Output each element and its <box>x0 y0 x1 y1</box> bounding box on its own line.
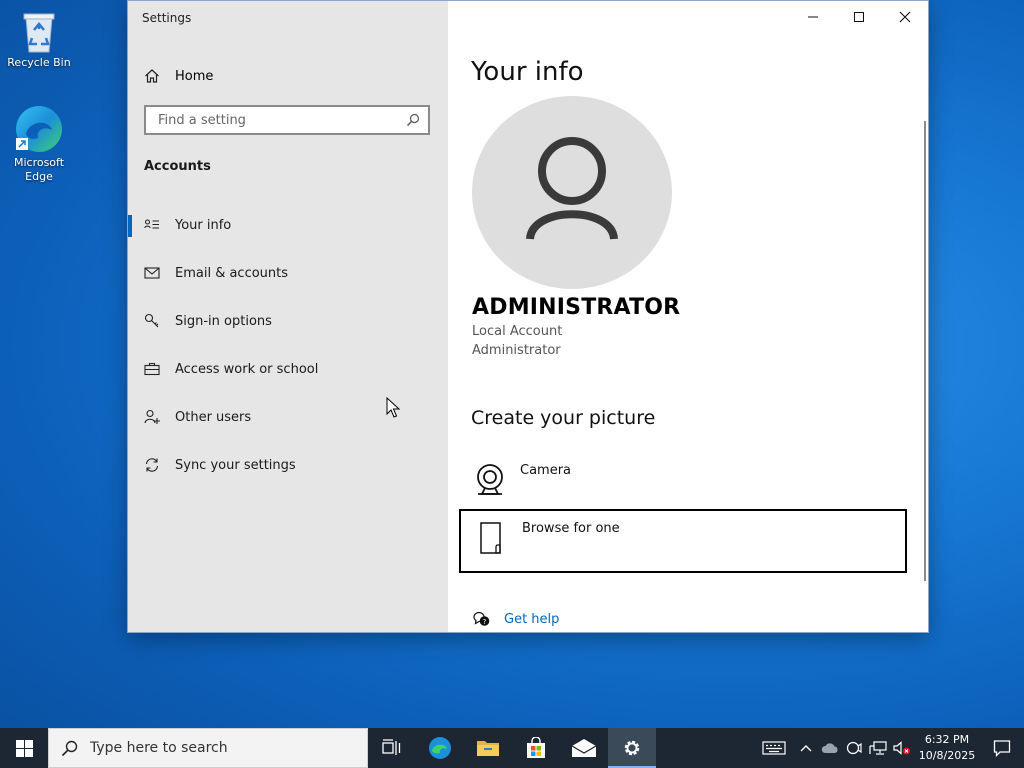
sidebar-item-email-accounts[interactable]: Email & accounts <box>128 249 448 297</box>
tray-show-hidden[interactable] <box>794 728 818 768</box>
home-nav-item[interactable]: Home <box>144 66 213 86</box>
sidebar-item-access-work-school[interactable]: Access work or school <box>128 345 448 393</box>
picture-section-title: Create your picture <box>471 407 656 429</box>
account-role: Administrator <box>472 343 561 358</box>
settings-window: Settings Home Accounts Your info <box>128 1 928 632</box>
settings-search-box[interactable] <box>144 105 430 135</box>
sync-icon <box>145 458 159 472</box>
help-icon: ? <box>473 611 490 626</box>
main-content: Your info ADMINISTRATOR Local Account Ad… <box>448 1 928 632</box>
browse-option-label: Browse for one <box>522 521 620 536</box>
taskbar-settings-button[interactable] <box>608 728 656 768</box>
taskbar-edge-button[interactable] <box>416 728 464 768</box>
browse-option[interactable]: Browse for one <box>459 509 907 573</box>
taskbar-search-input[interactable] <box>88 739 342 757</box>
network-icon <box>869 741 887 755</box>
svg-text:?: ? <box>483 618 487 626</box>
clock-date: 10/8/2025 <box>918 749 976 762</box>
sidebar-item-sign-in-options[interactable]: Sign-in options <box>128 297 448 345</box>
system-tray: 6:32 PM 10/8/2025 <box>754 728 1024 768</box>
window-title: Settings <box>142 11 192 25</box>
mouse-cursor-icon <box>386 397 400 418</box>
briefcase-icon <box>144 362 160 376</box>
camera-icon <box>846 741 862 755</box>
tray-volume[interactable] <box>890 728 914 768</box>
search-icon[interactable] <box>406 113 420 127</box>
recycle-bin-icon <box>23 13 55 53</box>
cloud-icon <box>821 743 838 753</box>
tray-touch-keyboard[interactable] <box>754 728 794 768</box>
file-icon <box>480 522 501 554</box>
taskbar-clock[interactable]: 6:32 PM 10/8/2025 <box>914 732 980 764</box>
camera-option-label: Camera <box>520 463 572 478</box>
sidebar-item-sync-settings[interactable]: Sync your settings <box>128 441 448 489</box>
task-view-button[interactable] <box>368 728 416 768</box>
tray-network[interactable] <box>866 728 890 768</box>
avatar <box>472 96 672 289</box>
desktop-icon-edge[interactable]: Microsoft Edge <box>1 104 77 184</box>
start-button[interactable] <box>0 728 48 768</box>
store-icon <box>527 737 545 758</box>
maximize-button[interactable] <box>836 1 882 33</box>
search-icon <box>61 740 78 756</box>
camera-option[interactable]: Camera <box>459 453 907 517</box>
taskbar-mail-button[interactable] <box>560 728 608 768</box>
minimize-button[interactable] <box>790 1 836 33</box>
user-avatar-icon <box>526 137 618 240</box>
desktop-icon-label: Recycle Bin <box>7 56 71 69</box>
accounts-nav: Your info Email & accounts Sign-in optio… <box>128 201 448 489</box>
sidebar-item-label: Other users <box>175 409 252 425</box>
edge-icon <box>16 106 62 152</box>
gear-icon <box>624 740 640 756</box>
keyboard-icon <box>762 741 786 755</box>
content-scrollbar[interactable] <box>924 121 926 581</box>
taskbar-search-box[interactable] <box>48 728 368 768</box>
notification-icon <box>993 740 1011 757</box>
sidebar: Settings Home Accounts Your info <box>128 1 448 632</box>
clock-time: 6:32 PM <box>924 733 970 746</box>
your-info-icon <box>144 219 159 229</box>
desktop-icon-recycle-bin[interactable]: Recycle Bin <box>1 8 77 70</box>
mail-icon <box>571 739 597 757</box>
sidebar-item-label: Access work or school <box>175 361 319 377</box>
maximize-icon <box>854 12 864 22</box>
camera-icon <box>477 464 503 495</box>
page-title: Your info <box>471 57 584 87</box>
folder-icon <box>477 741 499 756</box>
close-button[interactable] <box>882 1 928 33</box>
key-icon <box>144 313 159 328</box>
action-center-button[interactable] <box>980 728 1024 768</box>
add-user-icon <box>144 409 160 424</box>
section-title: Accounts <box>144 159 211 174</box>
account-type: Local Account <box>472 324 563 339</box>
user-name: ADMINISTRATOR <box>472 295 681 320</box>
taskbar-store-button[interactable] <box>512 728 560 768</box>
home-label: Home <box>175 68 214 84</box>
volume-muted-icon <box>893 741 910 755</box>
taskbar-file-explorer-button[interactable] <box>464 728 512 768</box>
sidebar-item-your-info[interactable]: Your info <box>128 201 448 249</box>
email-icon <box>144 267 160 279</box>
sidebar-item-label: Email & accounts <box>175 265 289 281</box>
sidebar-item-label: Sync your settings <box>175 457 296 473</box>
sidebar-item-label: Your info <box>175 217 232 233</box>
settings-search-input[interactable] <box>156 111 406 129</box>
task-view-icon <box>382 739 401 755</box>
get-help-label: Get help <box>504 611 560 627</box>
taskbar: 6:32 PM 10/8/2025 <box>0 728 1024 768</box>
get-help-link[interactable]: ? Get help <box>472 611 559 627</box>
edge-icon <box>429 737 451 759</box>
minimize-icon <box>808 16 818 18</box>
tray-meet-now[interactable] <box>842 728 866 768</box>
sidebar-item-other-users[interactable]: Other users <box>128 393 448 441</box>
window-controls <box>790 1 928 33</box>
sidebar-item-label: Sign-in options <box>175 313 272 329</box>
desktop-icon-label: Microsoft Edge <box>13 156 65 183</box>
tray-onedrive[interactable] <box>818 728 842 768</box>
chevron-up-icon <box>800 745 812 752</box>
close-icon <box>899 11 911 23</box>
windows-logo-icon <box>15 739 33 757</box>
home-icon <box>145 69 159 83</box>
